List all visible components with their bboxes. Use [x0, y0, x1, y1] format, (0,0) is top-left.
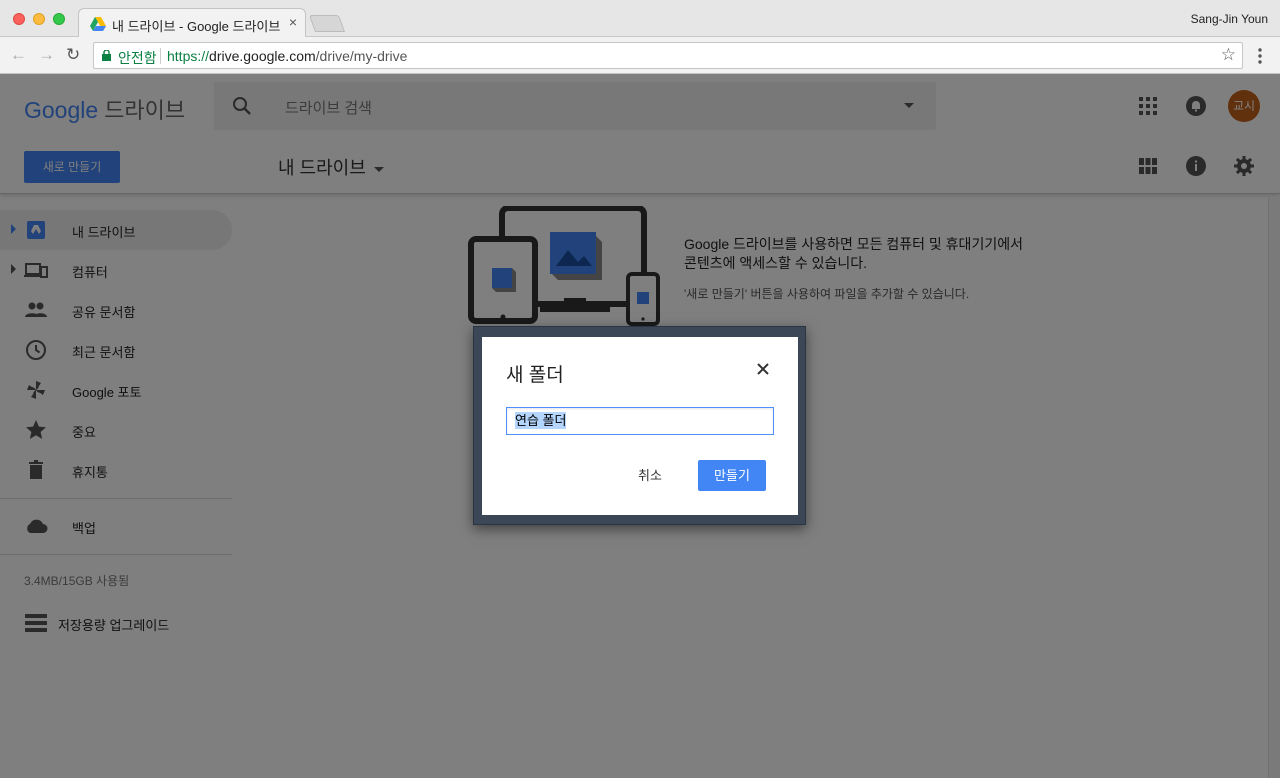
reload-icon[interactable]: ↻ [66, 45, 80, 65]
folder-name-input[interactable]: 연습 폴더 [506, 407, 774, 435]
omnibox-divider [160, 48, 161, 64]
forward-icon[interactable]: → [38, 45, 55, 65]
drive-favicon-icon [90, 17, 106, 31]
browser-tab[interactable]: 내 드라이브 - Google 드라이브 × [78, 8, 306, 38]
secure-label: 안전함 [118, 50, 157, 66]
close-icon[interactable] [756, 362, 770, 376]
url-host: drive.google.com [209, 48, 316, 64]
dialog-title: 새 폴더 [506, 365, 564, 386]
cancel-button[interactable]: 취소 [630, 461, 670, 491]
address-bar[interactable]: 안전함 https://drive.google.com/drive/my-dr… [93, 42, 1243, 69]
browser-toolbar: ← → ↻ 안전함 https://drive.google.com/drive… [0, 37, 1280, 74]
lock-icon [102, 50, 111, 61]
folder-name-value: 연습 폴더 [515, 412, 567, 429]
maximize-window-button[interactable] [53, 13, 65, 25]
minimize-window-button[interactable] [33, 13, 45, 25]
back-icon[interactable]: ← [10, 45, 27, 65]
create-button[interactable]: 만들기 [698, 460, 766, 491]
profile-name[interactable]: Sang-Jin Youn [1191, 12, 1268, 26]
url-scheme: https:// [167, 48, 210, 64]
tab-close-icon[interactable]: × [289, 14, 297, 30]
bookmark-star-icon[interactable]: ☆ [1221, 45, 1236, 65]
close-window-button[interactable] [13, 13, 25, 25]
url-path: /drive/my-drive [315, 48, 408, 64]
browser-titlebar: 내 드라이브 - Google 드라이브 × Sang-Jin Youn [0, 0, 1280, 38]
new-folder-dialog: 새 폴더 연습 폴더 취소 만들기 [482, 337, 798, 515]
url-text: https://drive.google.com/drive/my-drive [167, 48, 407, 64]
new-tab-button[interactable] [308, 15, 346, 32]
browser-menu-icon[interactable] [1257, 47, 1263, 65]
tab-title: 내 드라이브 - Google 드라이브 [112, 19, 281, 34]
